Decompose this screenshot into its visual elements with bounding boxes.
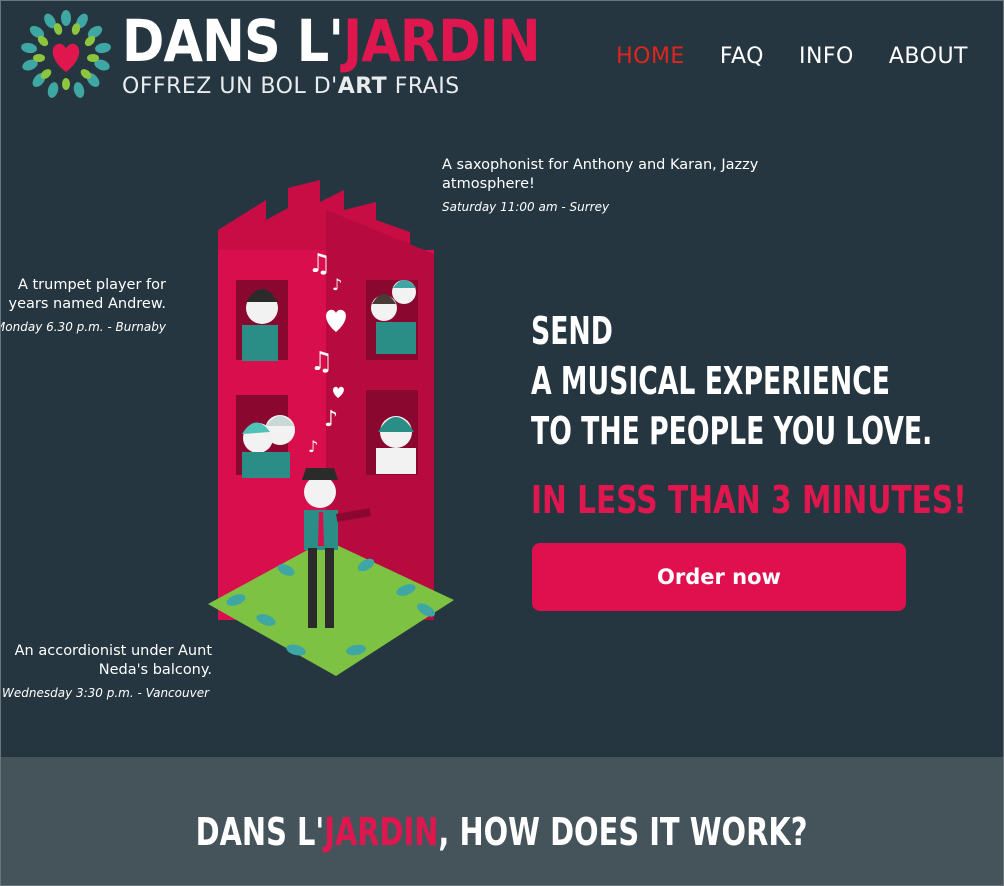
brand-tagline-bold: ART	[337, 74, 388, 99]
main-nav: HOME FAQ INFO ABOUT	[616, 44, 968, 69]
caption-accordionist-line2: Neda's balcony.	[98, 662, 212, 678]
violinist-building-illustration: ♫ ♪ ♫ ♪ ♪	[208, 180, 454, 676]
order-now-button[interactable]: Order now	[532, 543, 906, 611]
caption-accordionist-when: Wednesday 3:30 p.m. - Vancouver	[2, 686, 210, 700]
how-it-works-title: DANS L'JARDIN, HOW DOES IT WORK?	[0, 809, 1004, 855]
brand-tagline: OFFREZ UN BOL D'ART FRAIS	[122, 74, 460, 100]
svg-text:♫: ♫	[308, 249, 331, 279]
caption-saxophonist-when: Saturday 11:00 am - Surrey	[442, 200, 610, 214]
nav-faq[interactable]: FAQ	[720, 44, 764, 69]
how-title-part1: DANS L'	[196, 810, 325, 854]
svg-text:♫: ♫	[310, 347, 333, 377]
caption-trumpet-line1: A trumpet player for	[17, 277, 166, 293]
brand-title-part2: JARDIN	[343, 7, 540, 75]
hero-subhead: IN LESS THAN 3 MINUTES!	[531, 478, 967, 522]
brand-tagline-part1: OFFREZ UN BOL D'	[122, 74, 338, 99]
how-title-part2: JARDIN	[324, 810, 439, 854]
brand-tagline-part2: FRAIS	[387, 74, 460, 99]
caption-accordionist: An accordionist under Aunt Neda's balcon…	[2, 642, 212, 700]
caption-saxophonist: A saxophonist for Anthony and Karan, Jaz…	[442, 156, 802, 214]
caption-trumpet-line2: years named Andrew.	[8, 296, 166, 312]
how-title-part3: , HOW DOES IT WORK?	[438, 810, 808, 854]
svg-text:♪: ♪	[324, 407, 338, 432]
caption-saxophonist-text: A saxophonist for Anthony and Karan, Jaz…	[442, 157, 759, 192]
how-it-works-section: DANS L'JARDIN, HOW DOES IT WORK?	[0, 757, 1004, 886]
caption-accordionist-line1: An accordionist under Aunt	[14, 643, 212, 659]
brand-title-part1: DANS L'	[122, 7, 344, 75]
caption-trumpet-when: Monday 6.30 p.m. - Burnaby	[0, 320, 166, 334]
hero-line2: A MUSICAL EXPERIENCE	[531, 359, 891, 403]
nav-home[interactable]: HOME	[616, 44, 685, 69]
nav-about[interactable]: ABOUT	[889, 44, 968, 69]
svg-text:♪: ♪	[332, 275, 342, 294]
hero-headline: SEND A MUSICAL EXPERIENCE TO THE PEOPLE …	[531, 306, 932, 456]
hero-line1: SEND	[531, 309, 613, 353]
caption-trumpet: A trumpet player for years named Andrew.…	[0, 276, 166, 334]
nav-info[interactable]: INFO	[799, 44, 854, 69]
wreath-heart-logo-icon	[21, 10, 111, 98]
svg-text:♪: ♪	[308, 437, 318, 456]
hero-line3: TO THE PEOPLE YOU LOVE.	[531, 409, 933, 453]
site-logo[interactable]: DANS L'JARDIN OFFREZ UN BOL D'ART FRAIS	[20, 8, 541, 100]
brand-title: DANS L'JARDIN	[122, 7, 541, 75]
